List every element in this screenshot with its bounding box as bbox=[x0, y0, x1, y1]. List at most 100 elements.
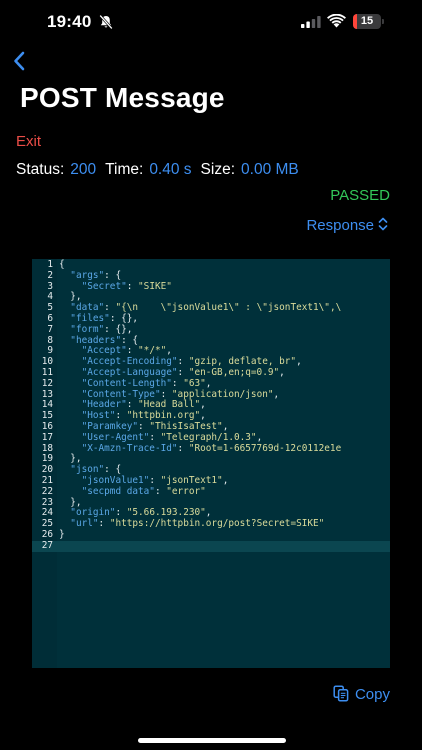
code-token: "jsonValue1" bbox=[81, 474, 150, 486]
code-line: 3 "Secret": "SIKE" bbox=[32, 280, 390, 293]
code-token: "origin" bbox=[70, 507, 116, 519]
code-text: } bbox=[59, 528, 65, 541]
response-view-selector[interactable]: Response bbox=[306, 217, 388, 234]
copy-icon bbox=[333, 685, 349, 702]
code-token: : bbox=[104, 302, 116, 314]
code-text: "url": "https://httpbin.org/post?Secret=… bbox=[59, 518, 325, 530]
code-token: "Accept-Encoding" bbox=[81, 356, 178, 368]
code-token: "63" bbox=[183, 377, 206, 389]
code-token: }, bbox=[59, 496, 82, 508]
home-indicator[interactable] bbox=[138, 738, 286, 743]
test-result-badge: PASSED bbox=[330, 187, 390, 204]
code-token: : bbox=[138, 420, 150, 432]
code-token: }, bbox=[59, 453, 82, 465]
code-token: : bbox=[126, 399, 139, 411]
code-token: "Paramkey" bbox=[81, 420, 139, 432]
status-bar: 19:40 15 bbox=[0, 0, 422, 46]
code-token: "SIKE" bbox=[138, 280, 172, 292]
code-token: : bbox=[149, 431, 161, 443]
line-number: 17 bbox=[41, 431, 53, 443]
code-token: "application/json" bbox=[171, 388, 274, 400]
code-token: "Header" bbox=[81, 399, 127, 411]
exit-button[interactable]: Exit bbox=[16, 133, 41, 150]
code-token: "Head Ball" bbox=[138, 399, 201, 411]
battery-level-text: 15 bbox=[360, 15, 374, 27]
page-title: POST Message bbox=[20, 82, 225, 113]
code-token: "headers" bbox=[70, 334, 122, 346]
code-line: 18 "X-Amzn-Trace-Id": "Root=1-6657769d-1… bbox=[32, 442, 390, 455]
code-token: "files" bbox=[70, 312, 110, 324]
code-token: "form" bbox=[70, 323, 105, 335]
back-button[interactable] bbox=[10, 50, 30, 72]
line-number: 7 bbox=[47, 323, 53, 335]
chevron-left-icon bbox=[14, 51, 25, 71]
code-token: : bbox=[177, 366, 189, 378]
line-number: 27 bbox=[41, 539, 53, 551]
code-token: , bbox=[222, 474, 229, 486]
code-token: , bbox=[205, 507, 212, 519]
code-line: 26} bbox=[32, 528, 390, 541]
code-token: "Secret" bbox=[81, 280, 127, 292]
code-token: "ThisIsaTest" bbox=[149, 420, 223, 432]
response-code-editor[interactable]: 1{2 "args": {3 "Secret": "SIKE" 4 }, 5 "da… bbox=[32, 259, 390, 668]
response-stats: Status: 200 Time: 0.40 s Size: 0.00 MB bbox=[16, 161, 308, 179]
code-token: : {}, bbox=[104, 323, 133, 335]
code-token: , bbox=[200, 410, 206, 422]
code-token: : bbox=[126, 280, 139, 292]
code-token: "args" bbox=[70, 269, 105, 281]
battery-icon: 15 bbox=[353, 14, 381, 29]
code-token: : {}, bbox=[109, 312, 139, 324]
code-token: "Accept-Language" bbox=[81, 366, 178, 378]
wifi-icon bbox=[327, 14, 346, 28]
code-token: , bbox=[200, 399, 206, 411]
code-token: , bbox=[279, 366, 285, 378]
code-token: , bbox=[166, 345, 172, 357]
code-token: "en-GB,en;q=0.9" bbox=[188, 366, 280, 378]
code-token: "secpmd data" bbox=[81, 485, 155, 497]
code-token: : bbox=[177, 356, 189, 368]
code-token: : bbox=[115, 410, 127, 422]
code-token: "data" bbox=[70, 302, 105, 314]
status-label: Status: bbox=[16, 161, 65, 178]
code-line: 25 "url": "https://httpbin.org/post?Secr… bbox=[32, 518, 390, 530]
code-token: "5.66.193.230" bbox=[126, 507, 206, 519]
code-token: { bbox=[59, 259, 65, 270]
code-token: , bbox=[256, 431, 263, 443]
code-token: , bbox=[296, 356, 302, 368]
code-text: "X-Amzn-Trace-Id": "Root=1-6657769d-12c0… bbox=[59, 442, 342, 455]
code-token: : { bbox=[121, 334, 139, 346]
code-token: "Content-Type" bbox=[81, 388, 161, 400]
code-token: "{\n \"jsonValue1\" : \"jsonText1\",\ bbox=[115, 302, 342, 314]
code-line: 22 "secpmd data": "error" bbox=[32, 485, 390, 498]
code-token: "error" bbox=[166, 485, 206, 497]
time-label: Time: bbox=[105, 161, 144, 178]
code-token: }, bbox=[59, 291, 82, 303]
copy-button[interactable]: Copy bbox=[333, 685, 390, 703]
code-token: : bbox=[98, 518, 110, 530]
code-token: "https://httpbin.org/post?Secret=SIKE" bbox=[109, 518, 325, 530]
code-token: "Content-Length" bbox=[81, 377, 172, 389]
line-number: 2 bbox=[47, 269, 53, 281]
code-token: "json" bbox=[70, 464, 105, 476]
code-token: } bbox=[59, 528, 65, 540]
code-token: : bbox=[160, 388, 172, 400]
response-selector-label: Response bbox=[306, 217, 374, 234]
code-token: "Root=1-6657769d-12c0112e1e bbox=[188, 442, 342, 454]
size-label: Size: bbox=[200, 161, 236, 178]
code-token: , bbox=[222, 420, 229, 432]
